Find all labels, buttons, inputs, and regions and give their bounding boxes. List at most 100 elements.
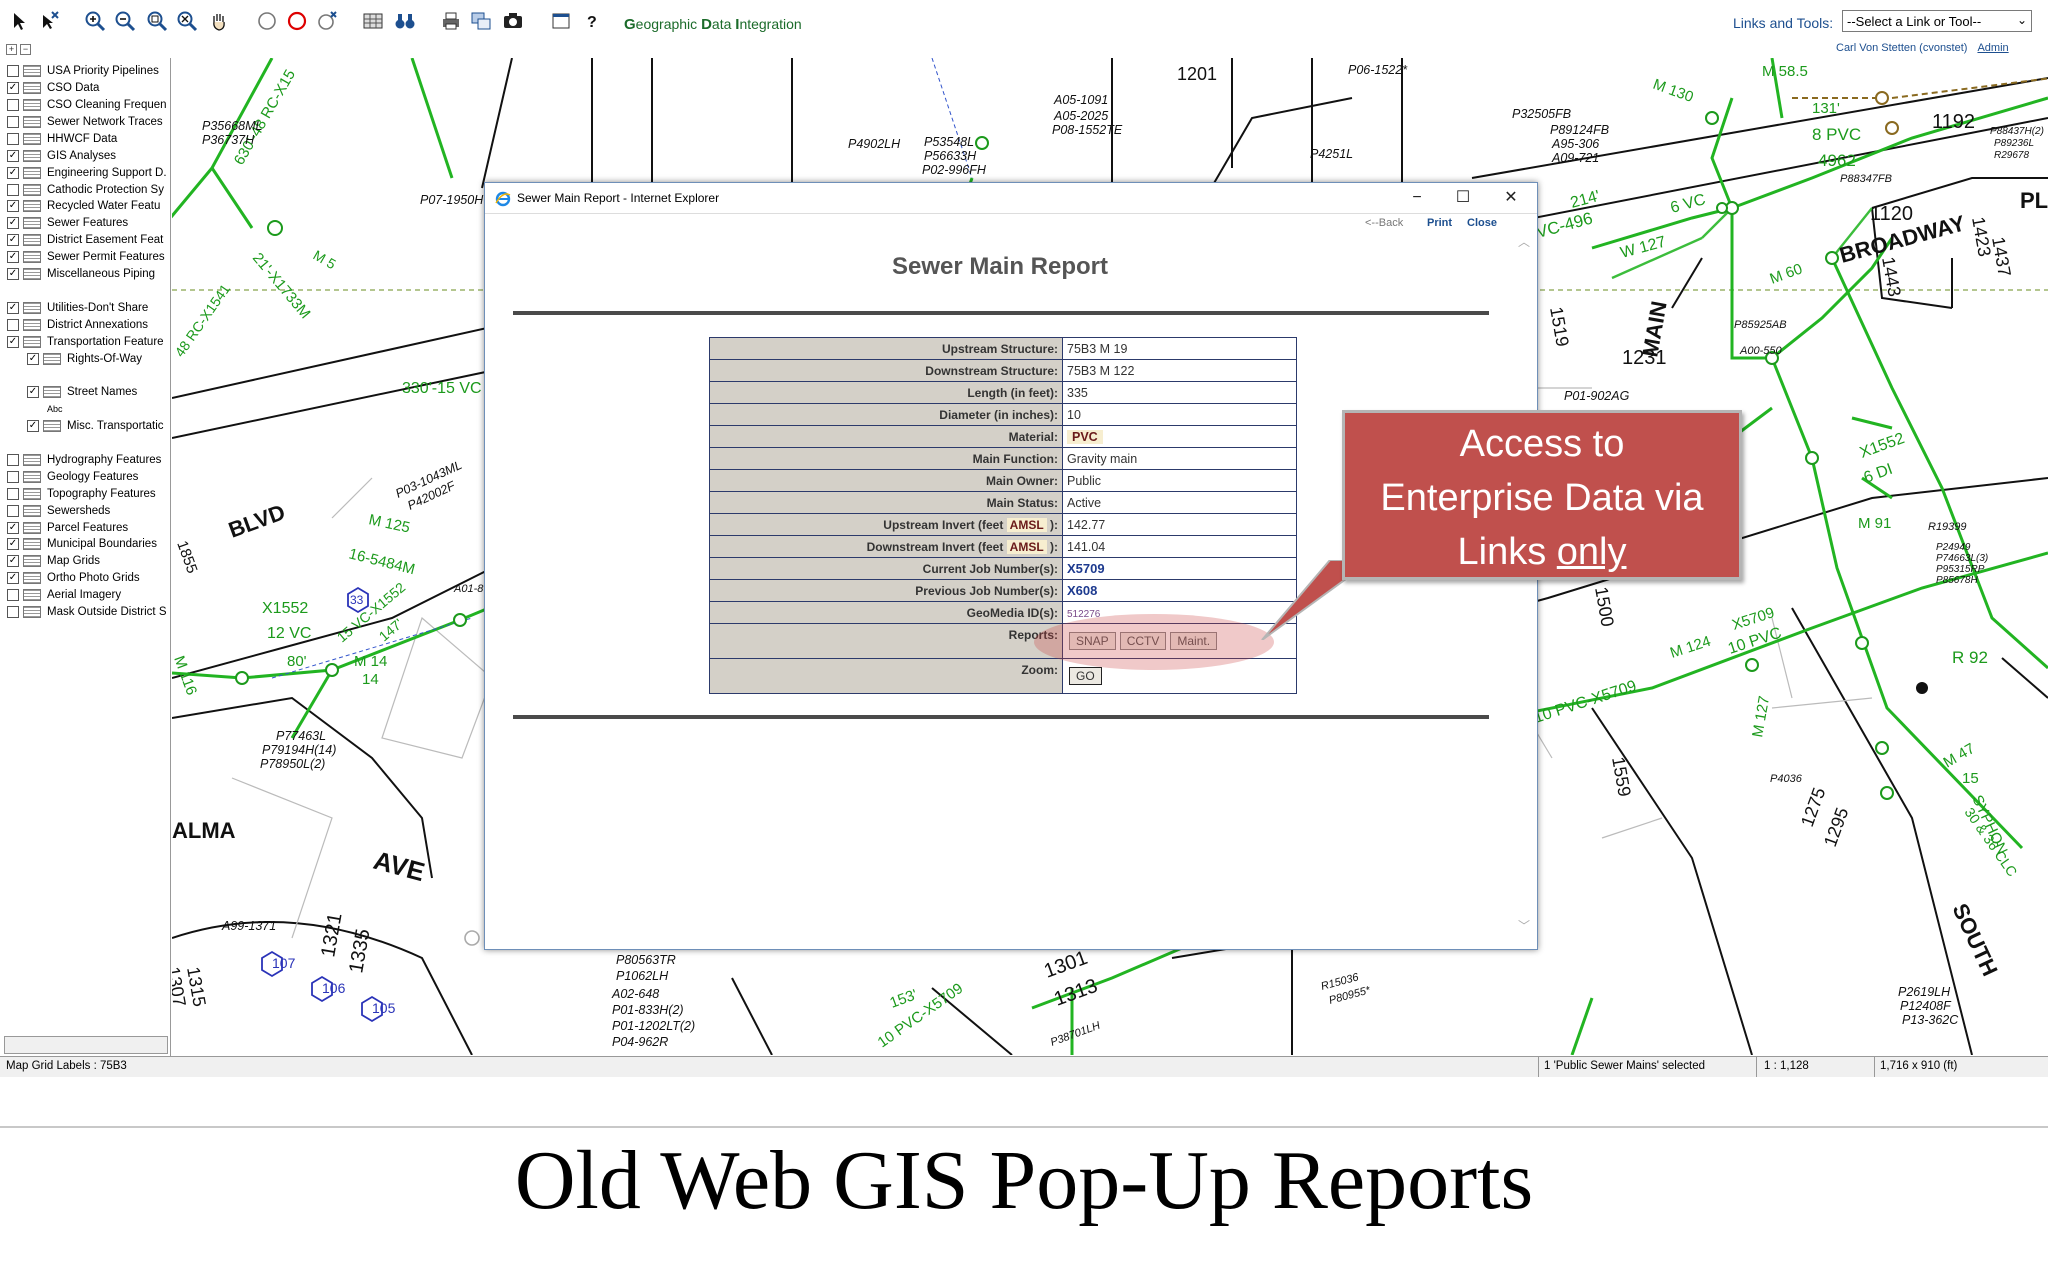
layer-checkbox[interactable]: ✓ xyxy=(7,572,19,585)
binoculars-icon[interactable] xyxy=(394,10,416,32)
zoom-out-icon[interactable] xyxy=(114,10,136,32)
layer-name: Recycled Water Featu xyxy=(47,200,161,213)
grid-icon[interactable] xyxy=(362,10,384,32)
layer-checkbox[interactable]: ✓ xyxy=(7,335,19,348)
layer-item[interactable]: ✓ Rights-Of-Way xyxy=(27,351,142,367)
admin-link[interactable]: Admin xyxy=(1977,42,2008,54)
scroll-up-icon[interactable]: ︿ xyxy=(1517,233,1531,250)
select-clear-icon[interactable] xyxy=(38,10,60,32)
scroll-down-icon[interactable]: ﹀ xyxy=(1517,917,1531,934)
layer-item[interactable]: ✓ Utilities-Don't Share xyxy=(7,300,148,316)
layer-checkbox[interactable]: ✓ xyxy=(7,555,19,568)
circle-red-icon[interactable] xyxy=(286,10,308,32)
select-arrow-icon[interactable] xyxy=(8,10,30,32)
layer-checkbox[interactable]: ✓ xyxy=(7,251,19,264)
layer-checkbox[interactable] xyxy=(7,504,19,517)
layer-checkbox[interactable]: ✓ xyxy=(27,352,39,365)
layer-checkbox[interactable] xyxy=(7,132,19,145)
close-link[interactable]: Close xyxy=(1467,217,1497,229)
layer-item[interactable]: Hydrography Features xyxy=(7,452,161,468)
layer-item[interactable]: ✓ Misc. Transportatic xyxy=(27,418,164,434)
camera-icon[interactable] xyxy=(502,10,524,32)
layer-checkbox[interactable] xyxy=(7,318,19,331)
layer-item[interactable]: ✓ Ortho Photo Grids xyxy=(7,570,140,586)
layer-item[interactable]: Sewersheds xyxy=(7,503,110,519)
layer-checkbox[interactable]: ✓ xyxy=(7,149,19,162)
minimize-button[interactable]: − xyxy=(1405,187,1429,209)
layer-item[interactable]: ✓ Engineering Support D. xyxy=(7,165,167,181)
layer-item[interactable]: ✓ District Easement Feat xyxy=(7,232,163,248)
layer-checkbox[interactable] xyxy=(7,65,19,78)
layer-checkbox[interactable] xyxy=(7,589,19,602)
layer-checkbox[interactable]: ✓ xyxy=(7,200,19,213)
layers-print-icon[interactable] xyxy=(470,10,492,32)
layer-item[interactable]: Geology Features xyxy=(7,469,138,485)
print-link[interactable]: Print xyxy=(1427,217,1452,229)
layer-item[interactable]: Abc xyxy=(47,401,63,417)
zoom-in-icon[interactable] xyxy=(84,10,106,32)
popup-vertical-scrollbar[interactable]: ︿ ﹀ xyxy=(1517,233,1531,933)
layer-item[interactable]: Mask Outside District S xyxy=(7,604,167,620)
layer-icon xyxy=(23,82,41,95)
layer-item[interactable]: ✓ Map Grids xyxy=(7,553,100,569)
layer-item[interactable]: ✓ Recycled Water Featu xyxy=(7,198,160,214)
layer-checkbox[interactable] xyxy=(7,115,19,128)
layer-item[interactable]: ✓ Transportation Feature xyxy=(7,334,164,350)
layer-checkbox[interactable] xyxy=(7,487,19,500)
zoom-extent-icon[interactable] xyxy=(146,10,168,32)
layer-item[interactable]: ✓ Municipal Boundaries xyxy=(7,536,157,552)
layer-checkbox[interactable]: ✓ xyxy=(7,521,19,534)
layer-checkbox[interactable]: ✓ xyxy=(7,166,19,179)
layer-item[interactable]: Aerial Imagery xyxy=(7,587,121,603)
expand-all-icon[interactable]: + xyxy=(6,44,17,55)
zoom-clear-icon[interactable] xyxy=(176,10,198,32)
window-icon[interactable] xyxy=(550,10,572,32)
report-row: Material: PVC xyxy=(709,425,1297,448)
layer-item[interactable]: HHWCF Data xyxy=(7,131,117,147)
layer-checkbox[interactable] xyxy=(7,99,19,111)
layer-item[interactable]: USA Priority Pipelines xyxy=(7,63,159,79)
print-icon[interactable] xyxy=(440,10,462,32)
layer-item[interactable]: Cathodic Protection Sy xyxy=(7,182,164,198)
layer-item[interactable]: Sewer Network Traces xyxy=(7,114,163,130)
report-divider-top xyxy=(513,311,1489,315)
layer-checkbox[interactable]: ✓ xyxy=(7,301,19,314)
help-icon[interactable]: ? xyxy=(580,10,602,32)
layer-name: CSO Data xyxy=(47,82,100,95)
layer-item[interactable]: ✓ GIS Analyses xyxy=(7,148,116,164)
layer-checkbox[interactable]: ✓ xyxy=(27,386,39,399)
layer-item[interactable]: ✓ Sewer Features xyxy=(7,215,128,231)
layer-checkbox[interactable]: ✓ xyxy=(7,268,19,280)
popup-titlebar[interactable]: Sewer Main Report - Internet Explorer − … xyxy=(485,183,1537,214)
layer-item[interactable]: ✓ Miscellaneous Piping xyxy=(7,266,155,282)
zoom-go-button[interactable]: GO xyxy=(1069,667,1102,685)
value-text[interactable]: X608 xyxy=(1067,583,1097,598)
layer-checkbox[interactable] xyxy=(7,183,19,196)
layer-checkbox[interactable]: ✓ xyxy=(7,82,19,95)
layer-checkbox[interactable] xyxy=(7,453,19,466)
value-text[interactable]: X5709 xyxy=(1067,561,1105,576)
layer-panel-scrollbar[interactable] xyxy=(4,1036,168,1054)
back-link[interactable]: <--Back xyxy=(1365,217,1403,229)
circle-clear-icon[interactable] xyxy=(316,10,338,32)
layer-checkbox[interactable]: ✓ xyxy=(7,538,19,551)
layer-checkbox[interactable] xyxy=(7,606,19,618)
collapse-all-icon[interactable]: − xyxy=(20,44,31,55)
window-close-button[interactable]: ✕ xyxy=(1499,187,1523,209)
layer-checkbox[interactable]: ✓ xyxy=(27,420,39,433)
pan-hand-icon[interactable] xyxy=(208,10,230,32)
layer-item[interactable]: District Annexations xyxy=(7,317,148,333)
layer-checkbox[interactable] xyxy=(7,470,19,483)
layer-item[interactable]: CSO Cleaning Frequen xyxy=(7,97,167,113)
layer-checkbox[interactable]: ✓ xyxy=(7,234,19,247)
layer-item[interactable]: ✓ Sewer Permit Features xyxy=(7,249,165,265)
layer-item[interactable]: ✓ Parcel Features xyxy=(7,520,128,536)
layer-item[interactable]: ✓ Street Names xyxy=(27,384,137,400)
layer-checkbox[interactable]: ✓ xyxy=(7,217,19,230)
maximize-button[interactable]: ☐ xyxy=(1451,187,1475,209)
circle-select-icon[interactable] xyxy=(256,10,278,32)
layer-item[interactable]: Topography Features xyxy=(7,486,156,502)
links-tools-select[interactable]: --Select a Link or Tool-- ⌄ xyxy=(1842,10,2032,32)
layer-item[interactable]: ✓ CSO Data xyxy=(7,80,99,96)
layer-icon xyxy=(23,132,41,145)
